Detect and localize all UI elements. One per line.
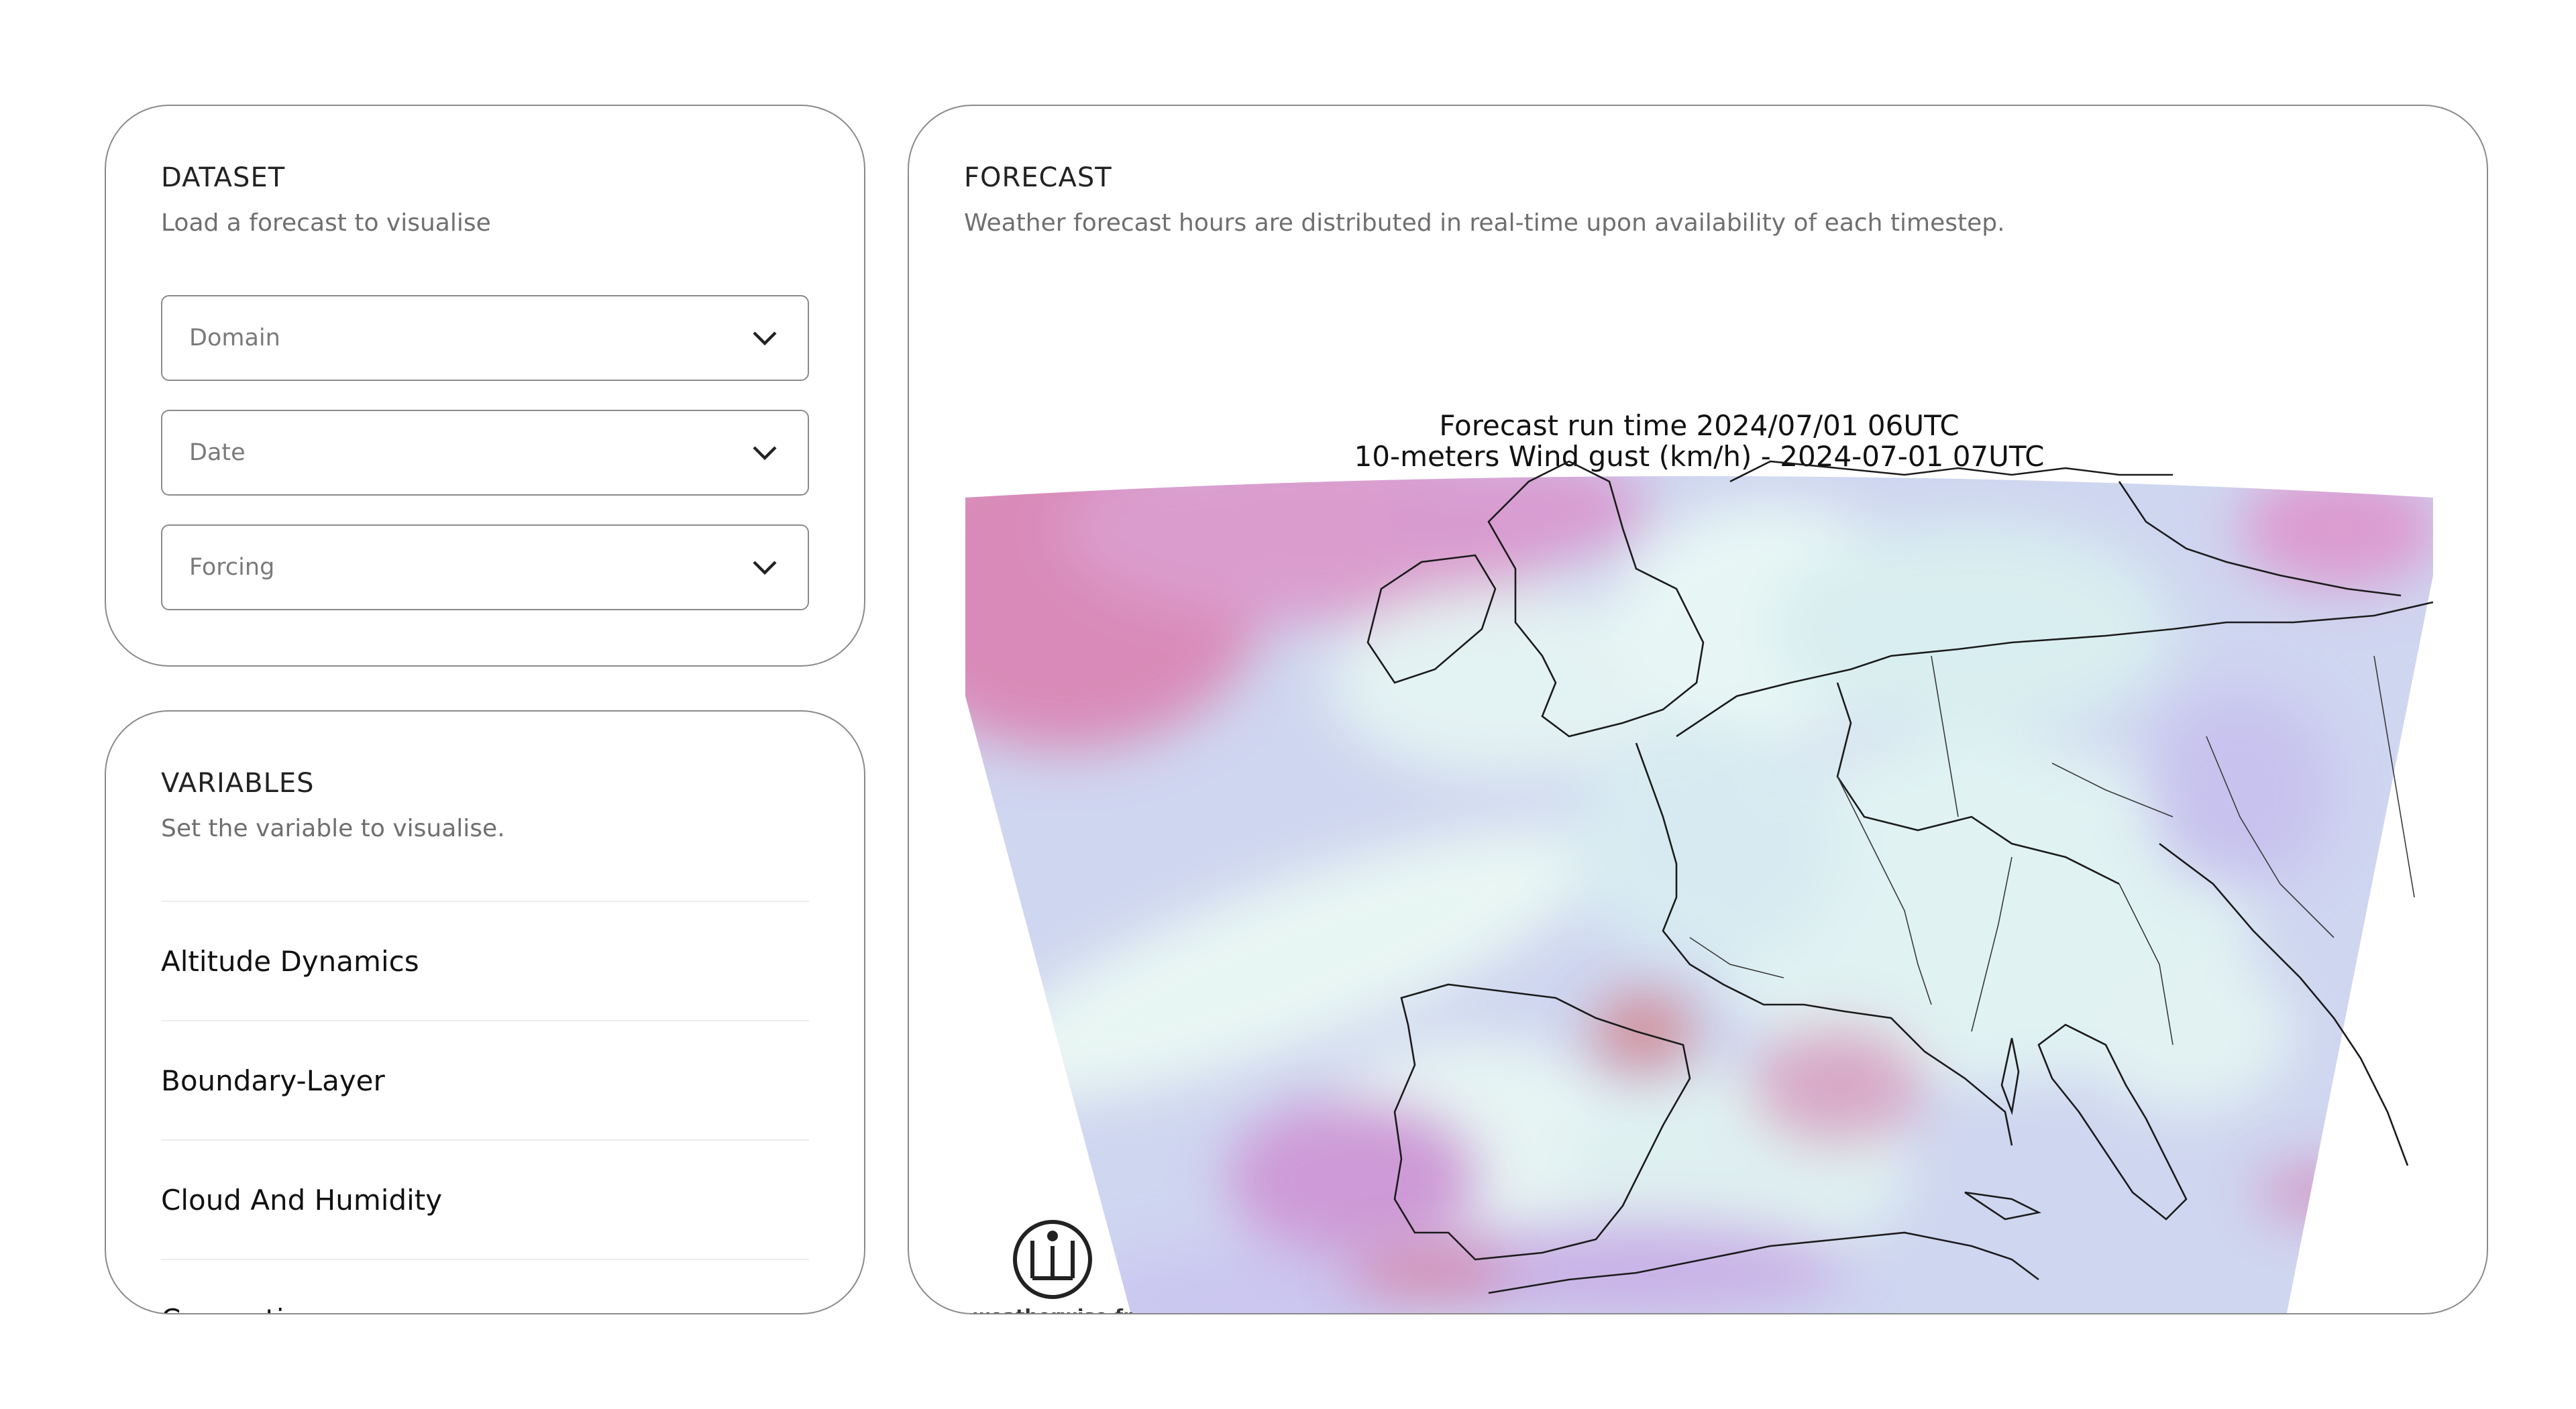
logo-text: weatherwise.fr — [973, 1305, 1132, 1314]
variables-title: VARIABLES — [161, 768, 315, 799]
variable-item-altitude-dynamics[interactable]: Altitude Dynamics — [161, 901, 809, 1020]
variable-item-convection[interactable]: Convection — [161, 1259, 809, 1313]
dataset-subtitle: Load a forecast to visualise — [161, 209, 491, 237]
variable-list: Altitude Dynamics Boundary-Layer Cloud A… — [161, 901, 809, 1313]
forcing-select[interactable]: Forcing — [161, 524, 809, 610]
forecast-subtitle: Weather forecast hours are distributed i… — [964, 209, 2005, 237]
weatherwise-logo — [1013, 1220, 1092, 1299]
forecast-panel: FORECAST Weather forecast hours are dist… — [908, 105, 2488, 1314]
wind-gust-map[interactable]: weatherwise.fr 0102030405060708090100110… — [965, 307, 2433, 1314]
domain-select[interactable]: Domain — [161, 295, 809, 381]
forcing-select-placeholder: Forcing — [189, 554, 275, 581]
date-select[interactable]: Date — [161, 410, 809, 496]
wind-field — [965, 476, 2433, 1313]
forecast-title: FORECAST — [964, 162, 1112, 193]
chevron-down-icon — [753, 331, 777, 346]
chevron-down-icon — [753, 561, 777, 575]
variable-item-cloud-and-humidity[interactable]: Cloud And Humidity — [161, 1139, 809, 1259]
variables-subtitle: Set the variable to visualise. — [161, 815, 505, 842]
variable-item-boundary-layer[interactable]: Boundary-Layer — [161, 1020, 809, 1139]
date-select-placeholder: Date — [189, 439, 246, 466]
variables-panel: VARIABLES Set the variable to visualise.… — [105, 710, 865, 1314]
chevron-down-icon — [753, 446, 777, 461]
forecast-map-figure: Forecast run time 2024/07/01 06UTC 10-me… — [965, 307, 2433, 1314]
dataset-title: DATASET — [161, 162, 286, 193]
dataset-panel: DATASET Load a forecast to visualise Dom… — [105, 105, 865, 667]
domain-select-placeholder: Domain — [189, 325, 280, 351]
